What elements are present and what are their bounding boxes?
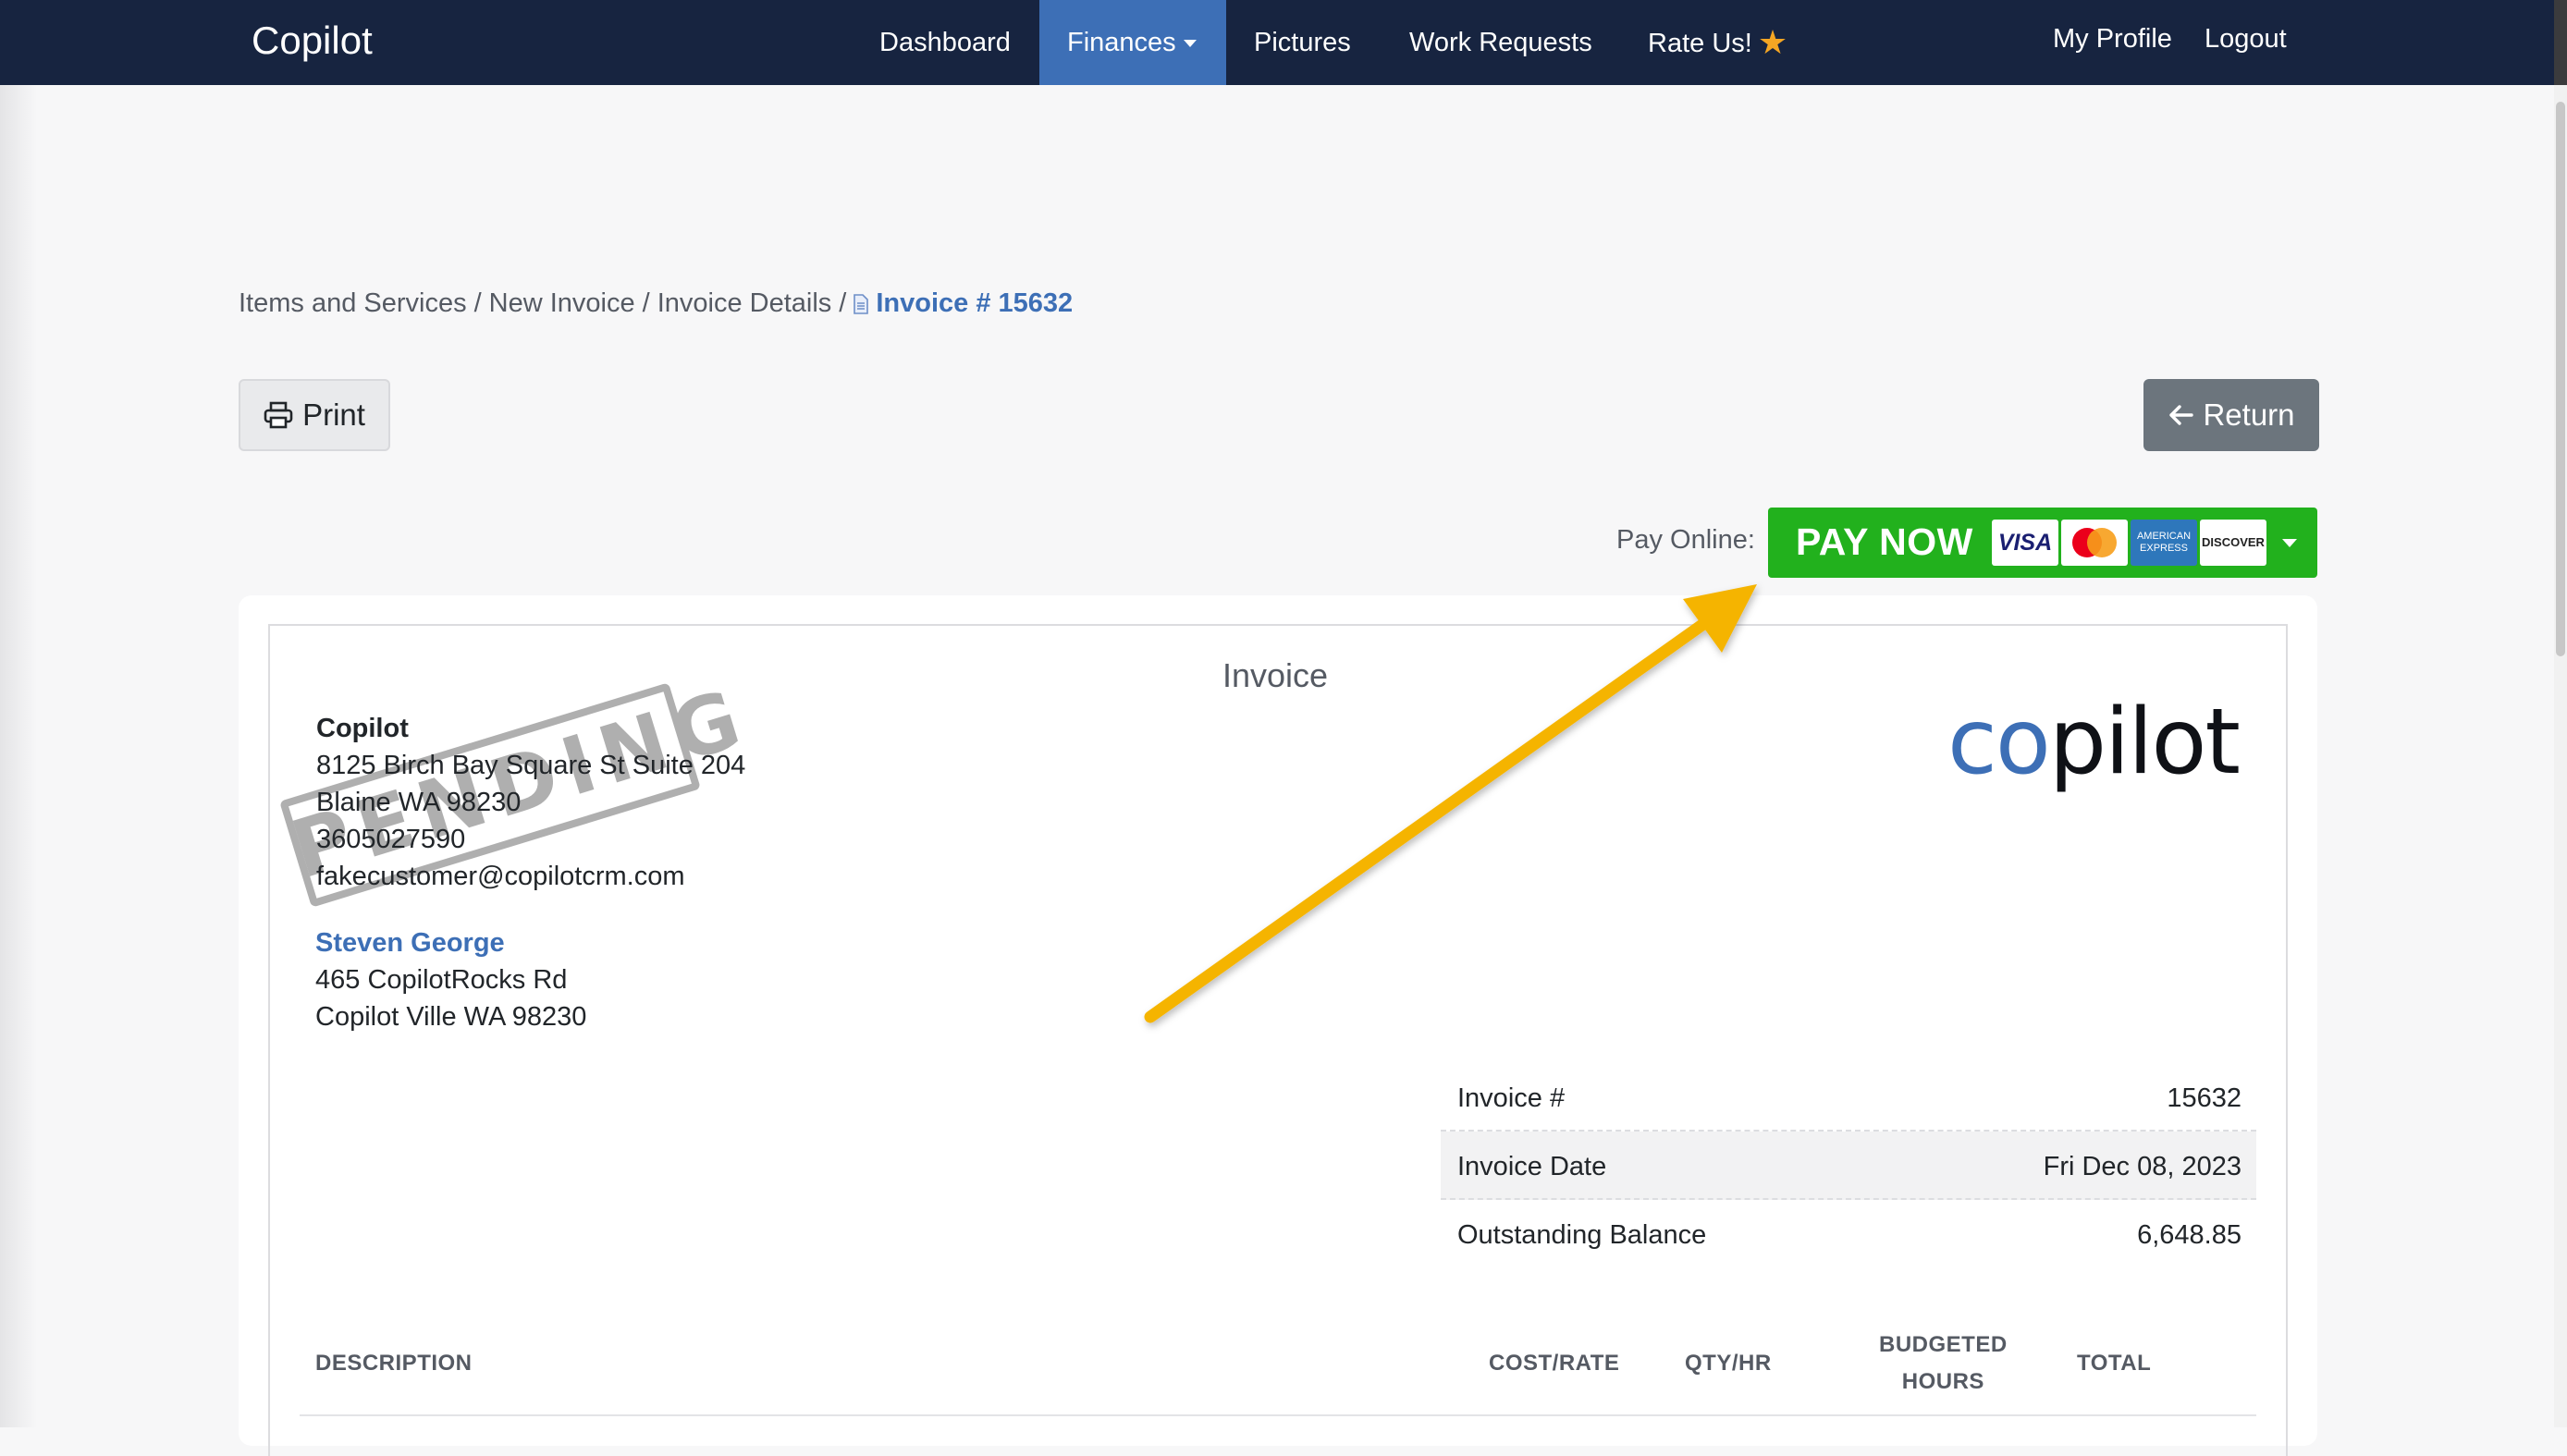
detail-key: Outstanding Balance (1457, 1220, 1707, 1250)
discover-card-icon: DISCOVER (2200, 520, 2266, 566)
detail-row-outstanding-balance: Outstanding Balance 6,648.85 (1441, 1200, 2256, 1268)
chevron-down-icon (1183, 40, 1197, 48)
breadcrumb-invoice-details[interactable]: Invoice Details (657, 288, 832, 318)
company-address-line1: 8125 Birch Bay Square St Suite 204 (316, 751, 746, 780)
column-header-budgeted-line2: HOURS (1901, 1369, 1984, 1394)
pay-now-button[interactable]: PAY NOW VISA AMERICAN EXPRESS DISCOVER (1768, 508, 2317, 578)
breadcrumb-separator: / (473, 288, 482, 318)
document-icon (854, 294, 869, 314)
logo-part-co: co (1947, 690, 2051, 795)
discover-label: DISCOVER (2202, 535, 2265, 549)
column-header-qty-hr: QTY/HR (1685, 1351, 1772, 1376)
nav-dashboard-label: Dashboard (879, 28, 1011, 57)
scrollbar-thumb[interactable] (2556, 102, 2565, 656)
nav-work-requests[interactable]: Work Requests (1382, 0, 1620, 85)
top-navbar: Copilot Dashboard Finances Pictures Work… (0, 0, 2554, 85)
breadcrumb: Items and Services / New Invoice / Invoice D… (239, 288, 1073, 319)
breadcrumb-current: Invoice # 15632 (876, 288, 1074, 318)
nav-work-requests-label: Work Requests (1409, 28, 1592, 57)
detail-value: 15632 (2167, 1083, 2242, 1113)
arrow-left-icon (2169, 405, 2194, 425)
column-header-total: TOTAL (2077, 1351, 2152, 1376)
breadcrumb-items-and-services[interactable]: Items and Services (239, 288, 467, 318)
column-header-description: DESCRIPTION (315, 1351, 473, 1376)
pay-now-label: PAY NOW (1796, 520, 1973, 563)
visa-label: VISA (1997, 530, 2053, 556)
amex-card-icon: AMERICAN EXPRESS (2131, 520, 2197, 566)
column-header-budgeted-line1: BUDGETED (1879, 1332, 2008, 1357)
pay-online-label: Pay Online: (1616, 525, 1755, 555)
amex-label: AMERICAN EXPRESS (2136, 531, 2192, 554)
print-label: Print (302, 398, 365, 432)
detail-row-invoice-number: Invoice # 15632 (1441, 1063, 2256, 1132)
nav-pictures-label: Pictures (1254, 28, 1351, 57)
brand-logo[interactable]: Copilot (252, 18, 373, 63)
nav-finances[interactable]: Finances (1039, 0, 1226, 85)
nav-logout[interactable]: Logout (2205, 0, 2287, 78)
logo-part-pilot: pilot (2048, 690, 2241, 795)
pay-dropdown-caret-icon[interactable] (2282, 539, 2297, 547)
breadcrumb-separator: / (839, 288, 847, 318)
left-edge-shadow (0, 85, 37, 1427)
detail-value: 6,648.85 (2137, 1220, 2242, 1250)
return-button[interactable]: Return (2143, 379, 2319, 451)
breadcrumb-separator: / (642, 288, 650, 318)
copilot-logo: copilot (1947, 690, 2241, 795)
print-button[interactable]: Print (239, 379, 390, 451)
company-phone: 3605027590 (316, 825, 466, 854)
column-header-cost-rate: COST/RATE (1489, 1351, 1620, 1376)
company-address-line2: Blaine WA 98230 (316, 788, 522, 817)
table-header-divider (300, 1414, 2256, 1416)
company-email: fakecustomer@copilotcrm.com (316, 862, 685, 891)
detail-row-invoice-date: Invoice Date Fri Dec 08, 2023 (1441, 1132, 2256, 1200)
nav-my-profile[interactable]: My Profile (2053, 0, 2172, 78)
nav-finances-label: Finances (1067, 28, 1176, 57)
star-icon: ★ (1757, 23, 1788, 61)
customer-address-line2: Copilot Ville WA 98230 (315, 1002, 587, 1032)
customer-address: Steven George 465 CopilotRocks Rd Copilo… (315, 924, 586, 1035)
customer-name-link[interactable]: Steven George (315, 924, 586, 961)
invoice-title: Invoice (1222, 656, 1329, 694)
detail-key: Invoice Date (1457, 1152, 1607, 1181)
company-name: Copilot (316, 714, 409, 743)
customer-address-line1: 465 CopilotRocks Rd (315, 965, 568, 995)
column-header-budgeted-hours: BUDGETED HOURS (1879, 1327, 2008, 1401)
detail-key: Invoice # (1457, 1083, 1566, 1113)
nav-dashboard[interactable]: Dashboard (852, 0, 1038, 85)
visa-card-icon: VISA (1992, 520, 2058, 566)
breadcrumb-new-invoice[interactable]: New Invoice (489, 288, 635, 318)
nav-rate-us-label: Rate Us! (1648, 29, 1752, 58)
return-label: Return (2203, 398, 2295, 432)
company-address: Copilot 8125 Birch Bay Square St Suite 2… (316, 710, 745, 895)
nav-pictures[interactable]: Pictures (1226, 0, 1379, 85)
mastercard-icon (2061, 520, 2128, 566)
detail-value: Fri Dec 08, 2023 (2043, 1152, 2242, 1181)
nav-rate-us[interactable]: Rate Us! ★ (1620, 0, 1815, 85)
invoice-details-table: Invoice # 15632 Invoice Date Fri Dec 08,… (1441, 1063, 2256, 1268)
printer-icon (264, 401, 293, 429)
